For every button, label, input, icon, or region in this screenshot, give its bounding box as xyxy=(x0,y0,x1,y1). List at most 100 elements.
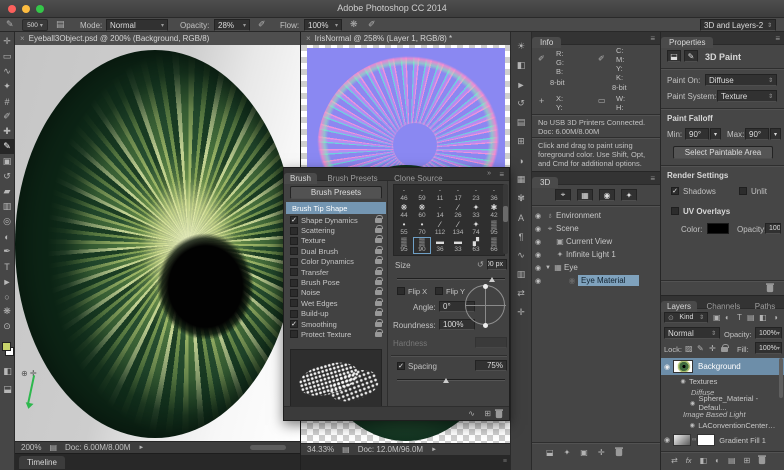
layer-row-laconvention[interactable]: ◉ LAConventionCenterEast... xyxy=(661,420,780,430)
tree-item-environment[interactable]: ◉ ♁ Environment xyxy=(532,209,660,222)
visibility-eye-icon[interactable]: ◉ xyxy=(532,238,544,246)
dock-panel-icon[interactable]: ↺ xyxy=(511,97,531,110)
lock-icon[interactable] xyxy=(375,228,382,233)
brush-option-checkbox[interactable]: ✓ xyxy=(290,216,298,224)
tree-item-current-view[interactable]: ◉ ▣ Current View xyxy=(532,235,660,248)
brush-tool-icon[interactable]: ✎ xyxy=(6,20,14,29)
workspace-switcher[interactable]: 3D and Layers-2 ⇕ xyxy=(700,19,776,31)
visibility-eye-icon[interactable]: ◉ xyxy=(532,251,544,259)
uv-overlays-checkbox[interactable] xyxy=(671,207,679,215)
lock-pixels-icon[interactable]: ✎ xyxy=(697,344,704,353)
brush-tip-cell[interactable]: ▒ 95 xyxy=(485,220,503,237)
tree-item-infinite-light[interactable]: ◉ ✦ Infinite Light 1 xyxy=(532,248,660,261)
doc1-tab[interactable]: × Eyeball3Object.psd @ 200% (Background,… xyxy=(15,32,300,45)
spacing-slider[interactable] xyxy=(397,379,505,381)
brush-option-item[interactable]: Noise xyxy=(286,288,386,298)
tool-button[interactable]: ⊙ xyxy=(0,319,14,334)
flip-y-checkbox[interactable] xyxy=(435,287,443,295)
filter-meshes-button[interactable]: ▦ xyxy=(577,189,593,201)
lock-all-icon[interactable] xyxy=(721,347,728,352)
brush-tip-cell[interactable]: • 55 xyxy=(395,220,413,237)
mask-thumbnail[interactable] xyxy=(697,434,715,446)
visibility-eye-icon[interactable]: ◉ xyxy=(532,277,544,285)
shadows-checkbox[interactable]: ✓ xyxy=(671,187,679,195)
brush-option-checkbox[interactable] xyxy=(290,247,298,255)
lock-icon[interactable] xyxy=(375,290,382,295)
filter-pixel-layers-icon[interactable]: ▣ xyxy=(713,313,721,322)
tool-button[interactable]: ❋ xyxy=(0,304,14,319)
brush-option-checkbox[interactable] xyxy=(290,310,298,318)
brush-tip-cell[interactable]: ✱ 42 xyxy=(485,203,503,220)
lock-icon[interactable] xyxy=(375,322,382,327)
panel-menu-icon[interactable]: ≡ xyxy=(650,174,655,183)
brush-option-checkbox[interactable] xyxy=(290,258,298,266)
fill-select[interactable]: 100% ▾ xyxy=(755,342,782,354)
flow-select[interactable]: 100% ▾ xyxy=(304,19,342,31)
tool-button[interactable]: ✐ xyxy=(0,109,14,124)
brush-option-item[interactable]: Protect Texture xyxy=(286,329,386,339)
brush-tip-cell[interactable]: ∕ 134 xyxy=(449,220,467,237)
dock-panel-icon[interactable]: A xyxy=(511,211,531,224)
uv-opacity-select[interactable]: 100% xyxy=(765,223,781,234)
stroke-preview-toggle-icon[interactable]: ∿ xyxy=(468,409,475,418)
dock-panel-icon[interactable]: ∿ xyxy=(511,249,531,262)
brush-tip-cell[interactable]: ∕ 26 xyxy=(449,203,467,220)
brush-option-checkbox[interactable] xyxy=(290,237,298,245)
tool-button[interactable]: ✚ xyxy=(0,124,14,139)
lock-icon[interactable] xyxy=(375,280,382,285)
scrollbar-thumb[interactable] xyxy=(503,206,508,222)
tab-channels[interactable]: Channels xyxy=(701,301,745,312)
layer-row-textures[interactable]: ◉ Textures xyxy=(661,376,780,386)
circle-handle-bottom[interactable] xyxy=(483,323,488,328)
3d-axis-widget[interactable]: ⊕ ✛ xyxy=(21,363,61,423)
dock-panel-icon[interactable]: ✾ xyxy=(511,192,531,205)
tool-button[interactable]: ▥ xyxy=(0,199,14,214)
filter-type-layers-icon[interactable]: T xyxy=(737,313,742,322)
close-tab-icon[interactable]: × xyxy=(20,34,25,43)
select-paintable-area-button[interactable]: Select Paintable Area xyxy=(673,146,773,159)
panel-menu-icon[interactable]: ≡ xyxy=(775,34,780,43)
mode-select[interactable]: Normal ▾ xyxy=(106,19,168,31)
tool-button[interactable]: ▭ xyxy=(0,49,14,64)
tab-properties[interactable]: Properties xyxy=(661,37,713,48)
brush-option-checkbox[interactable] xyxy=(290,289,298,297)
brush-option-item[interactable]: Transfer xyxy=(286,267,386,277)
delete-3d-item-button[interactable] xyxy=(615,448,623,457)
tool-button[interactable]: ▣ xyxy=(0,154,14,169)
filter-smart-objects-icon[interactable]: ◧ xyxy=(759,313,767,322)
dock-panel-icon[interactable]: ⊞ xyxy=(511,135,531,148)
lock-icon[interactable] xyxy=(375,332,382,337)
brush-option-checkbox[interactable] xyxy=(290,268,298,276)
filter-toggle-icon[interactable]: ◑ xyxy=(773,313,778,322)
spacing-checkbox[interactable]: ✓ xyxy=(397,362,405,370)
layer-row-background[interactable]: ◉ Background xyxy=(661,358,784,375)
spacing-field[interactable]: 75% xyxy=(475,360,507,371)
brush-tip-cell[interactable]: ∕ 112 xyxy=(431,220,449,237)
brush-option-checkbox[interactable] xyxy=(290,330,298,338)
coordinates-icon[interactable]: ✛ xyxy=(598,448,605,457)
lock-transparency-icon[interactable]: ▨ xyxy=(685,344,693,353)
max-field[interactable]: 90° xyxy=(745,128,769,140)
filter-kind-select[interactable]: ⊙ Kind ⇕ xyxy=(664,312,708,323)
close-tab-icon[interactable]: × xyxy=(306,34,311,43)
new-mesh-icon[interactable]: ⬓ xyxy=(546,448,554,457)
tree-item-eye-mesh[interactable]: ◉ ▼ ▦ Eye xyxy=(532,261,660,274)
tool-button[interactable]: # xyxy=(0,94,14,109)
tool-button[interactable]: ✎ xyxy=(0,139,14,154)
toggle-brush-panel-icon[interactable]: ▤ xyxy=(56,20,65,29)
layer-row-gradient-fill[interactable]: ◉ ∞ Gradient Fill 1 xyxy=(661,432,780,448)
brush-option-checkbox[interactable] xyxy=(290,299,298,307)
tool-button[interactable]: ✛ xyxy=(0,34,14,49)
doc2-zoom-level[interactable]: 34.33% xyxy=(307,445,334,454)
brush-tip-cell[interactable]: ▒ 90 xyxy=(413,237,431,254)
new-brush-icon[interactable]: ⊞ xyxy=(484,409,491,418)
roundness-field[interactable]: 100% xyxy=(439,319,475,330)
screen-mode-button[interactable]: ⬓ xyxy=(0,382,15,397)
brush-option-item[interactable]: ✓ Shape Dynamics xyxy=(286,215,386,225)
flip-x-checkbox[interactable] xyxy=(397,287,405,295)
add-layer-mask-icon[interactable]: ◧ xyxy=(700,456,708,465)
brush-option-item[interactable]: Scattering xyxy=(286,225,386,235)
blend-mode-select[interactable]: Normal ⇕ xyxy=(664,327,720,339)
status-expand-icon[interactable]: ► xyxy=(431,447,437,453)
brush-tip-cell[interactable]: ❋ 44 xyxy=(395,203,413,220)
